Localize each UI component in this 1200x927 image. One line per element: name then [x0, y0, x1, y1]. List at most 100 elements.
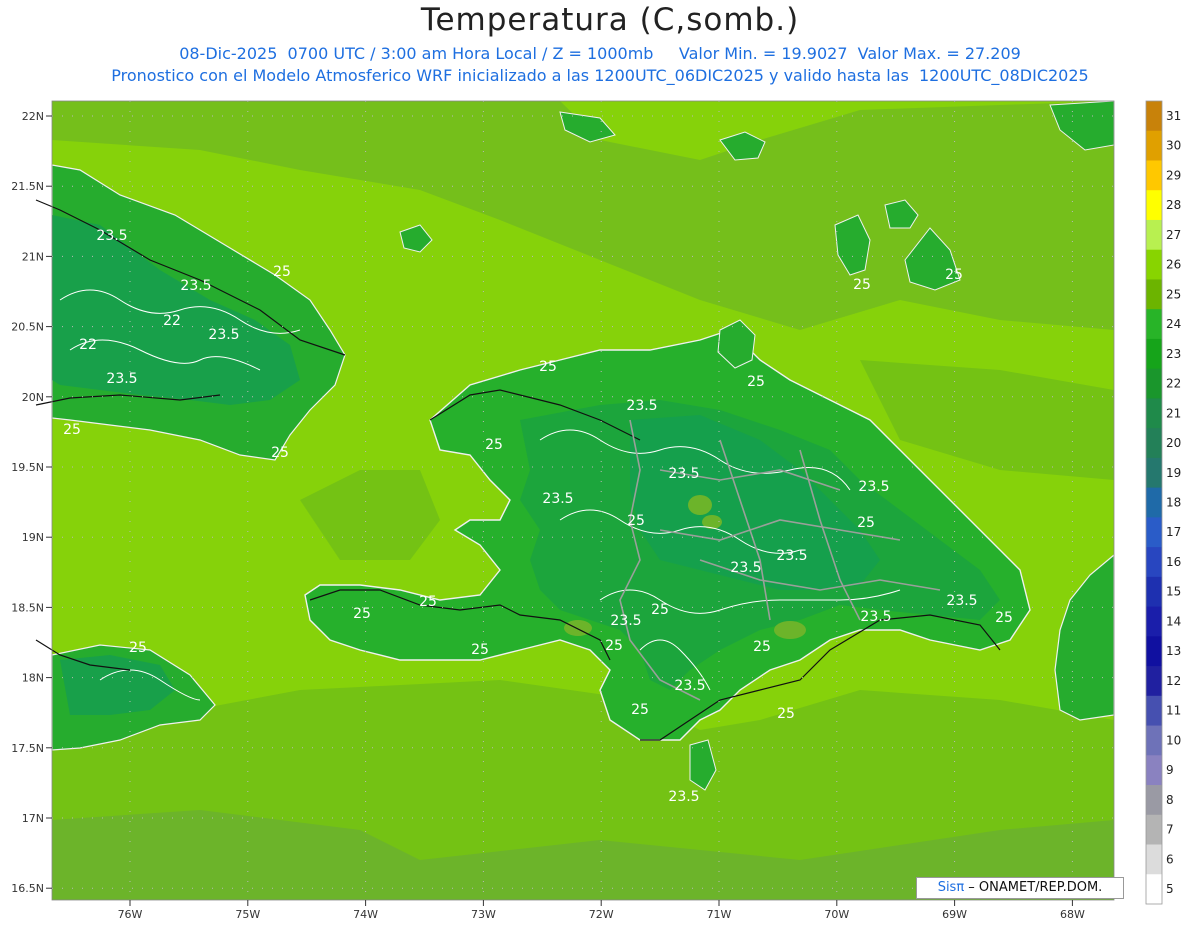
legend-label: 18: [1166, 496, 1181, 510]
contour-label: 25: [605, 638, 623, 654]
lon-label: 74W: [353, 908, 378, 921]
legend-swatch: [1146, 874, 1162, 905]
legend-swatch: [1146, 428, 1162, 459]
legend-swatch: [1146, 487, 1162, 518]
contour-label: 23.5: [730, 560, 761, 576]
legend-swatch: [1146, 814, 1162, 846]
lat-label: 16.5N: [11, 882, 44, 895]
temperature-map: 22N 21.5N 21N 20.5N 20N 19.5N 19N 18.5N 18N 17.5N…: [11, 100, 1181, 921]
legend-swatch: [1146, 398, 1162, 429]
lat-label: 20.5N: [11, 321, 44, 334]
legend-label: 16: [1166, 555, 1181, 569]
legend-label: 5: [1166, 882, 1174, 896]
legend-swatch: [1146, 279, 1162, 310]
contour-label: 23.5: [106, 371, 137, 387]
legend-swatch: [1146, 130, 1162, 161]
credit-org: – ONAMET/REP.DOM.: [964, 880, 1103, 895]
lon-label: 75W: [235, 908, 260, 921]
legend-label: 15: [1166, 585, 1181, 599]
legend-label: 25: [1166, 287, 1181, 301]
lon-label: 68W: [1060, 908, 1085, 921]
legend-swatch: [1146, 517, 1162, 548]
contour-label: 22: [79, 337, 97, 353]
legend-swatch: [1146, 547, 1162, 578]
lat-label: 18N: [22, 672, 44, 685]
legend-swatch: [1146, 755, 1162, 786]
contour-label: 25: [753, 639, 771, 655]
lon-label: 69W: [942, 908, 967, 921]
legend-swatch: [1146, 695, 1162, 727]
contour-label: 23.5: [610, 613, 641, 629]
contour-label: 25: [471, 642, 489, 658]
contour-label: 25: [995, 610, 1013, 626]
legend-label: 17: [1166, 525, 1181, 539]
contour-label: 23.5: [946, 593, 977, 609]
lon-label: 70W: [824, 908, 849, 921]
legend-label: 8: [1166, 793, 1174, 807]
legend-label: 6: [1166, 852, 1174, 866]
contour-label: 25: [271, 445, 289, 461]
contour-label: 23.5: [180, 278, 211, 294]
contour-label: 25: [777, 706, 795, 722]
legend-label: 29: [1166, 168, 1181, 182]
lat-label: 19.5N: [11, 461, 44, 474]
contour-label: 25: [631, 702, 649, 718]
lat-label: 21N: [22, 250, 44, 263]
contour-label: 25: [129, 640, 147, 656]
legend-swatch: [1146, 606, 1162, 637]
legend-swatch: [1146, 338, 1162, 370]
contour-label: 25: [539, 359, 557, 375]
legend-label: 9: [1166, 763, 1174, 777]
contour-label: 25: [419, 594, 437, 610]
legend-label: 23: [1166, 347, 1181, 361]
contour-label: 25: [63, 422, 81, 438]
legend-swatch: [1146, 190, 1162, 221]
legend-swatch: [1146, 725, 1162, 756]
legend-swatch: [1146, 309, 1162, 340]
legend-label: 28: [1166, 198, 1181, 212]
legend-label: 14: [1166, 614, 1181, 628]
lat-label: 17.5N: [11, 742, 44, 755]
contour-label: 23.5: [858, 479, 889, 495]
longitude-axis: 76W 75W 74W 73W 72W 71W 70W 69W 68W: [118, 900, 1085, 921]
legend-swatch: [1146, 636, 1162, 667]
legend-label: 10: [1166, 733, 1181, 747]
legend-label: 12: [1166, 674, 1181, 688]
legend-swatch: [1146, 160, 1162, 191]
credit-box: Sisπ – ONAMET/REP.DOM.: [916, 877, 1124, 899]
legend-label: 20: [1166, 436, 1181, 450]
lat-label: 22N: [22, 110, 44, 123]
contour-label: 25: [353, 606, 371, 622]
lon-label: 72W: [589, 908, 614, 921]
legend-swatch: [1146, 249, 1162, 280]
contour-label: 23.5: [776, 548, 807, 564]
legend-swatch: [1146, 576, 1162, 608]
lat-label: 19N: [22, 531, 44, 544]
contour-label: 25: [627, 513, 645, 529]
legend-label: 13: [1166, 644, 1181, 658]
legend-label: 24: [1166, 317, 1181, 331]
contour-label: 25: [853, 277, 871, 293]
legend-swatch: [1146, 368, 1162, 399]
legend-label: 21: [1166, 406, 1181, 420]
legend-label: 19: [1166, 466, 1181, 480]
contour-label: 23.5: [208, 327, 239, 343]
legend-label: 31: [1166, 109, 1181, 123]
latitude-axis: 22N 21.5N 21N 20.5N 20N 19.5N 19N 18.5N 18N 17.5N…: [11, 110, 52, 895]
contour-label: 23.5: [674, 678, 705, 694]
contour-label: 23.5: [96, 228, 127, 244]
lon-label: 73W: [471, 908, 496, 921]
contour-label: 25: [747, 374, 765, 390]
contour-label: 23.5: [668, 789, 699, 805]
map-field: [51, 100, 1115, 900]
legend-swatch: [1146, 785, 1162, 816]
contour-label: 23.5: [860, 609, 891, 625]
contour-label: 25: [857, 515, 875, 531]
contour-label: 23.5: [668, 466, 699, 482]
legend-swatch: [1146, 101, 1162, 132]
legend-swatch: [1146, 219, 1162, 251]
legend-swatch: [1146, 457, 1162, 489]
lat-label: 21.5N: [11, 180, 44, 193]
legend-label: 30: [1166, 139, 1181, 153]
legend-swatch: [1146, 844, 1162, 875]
